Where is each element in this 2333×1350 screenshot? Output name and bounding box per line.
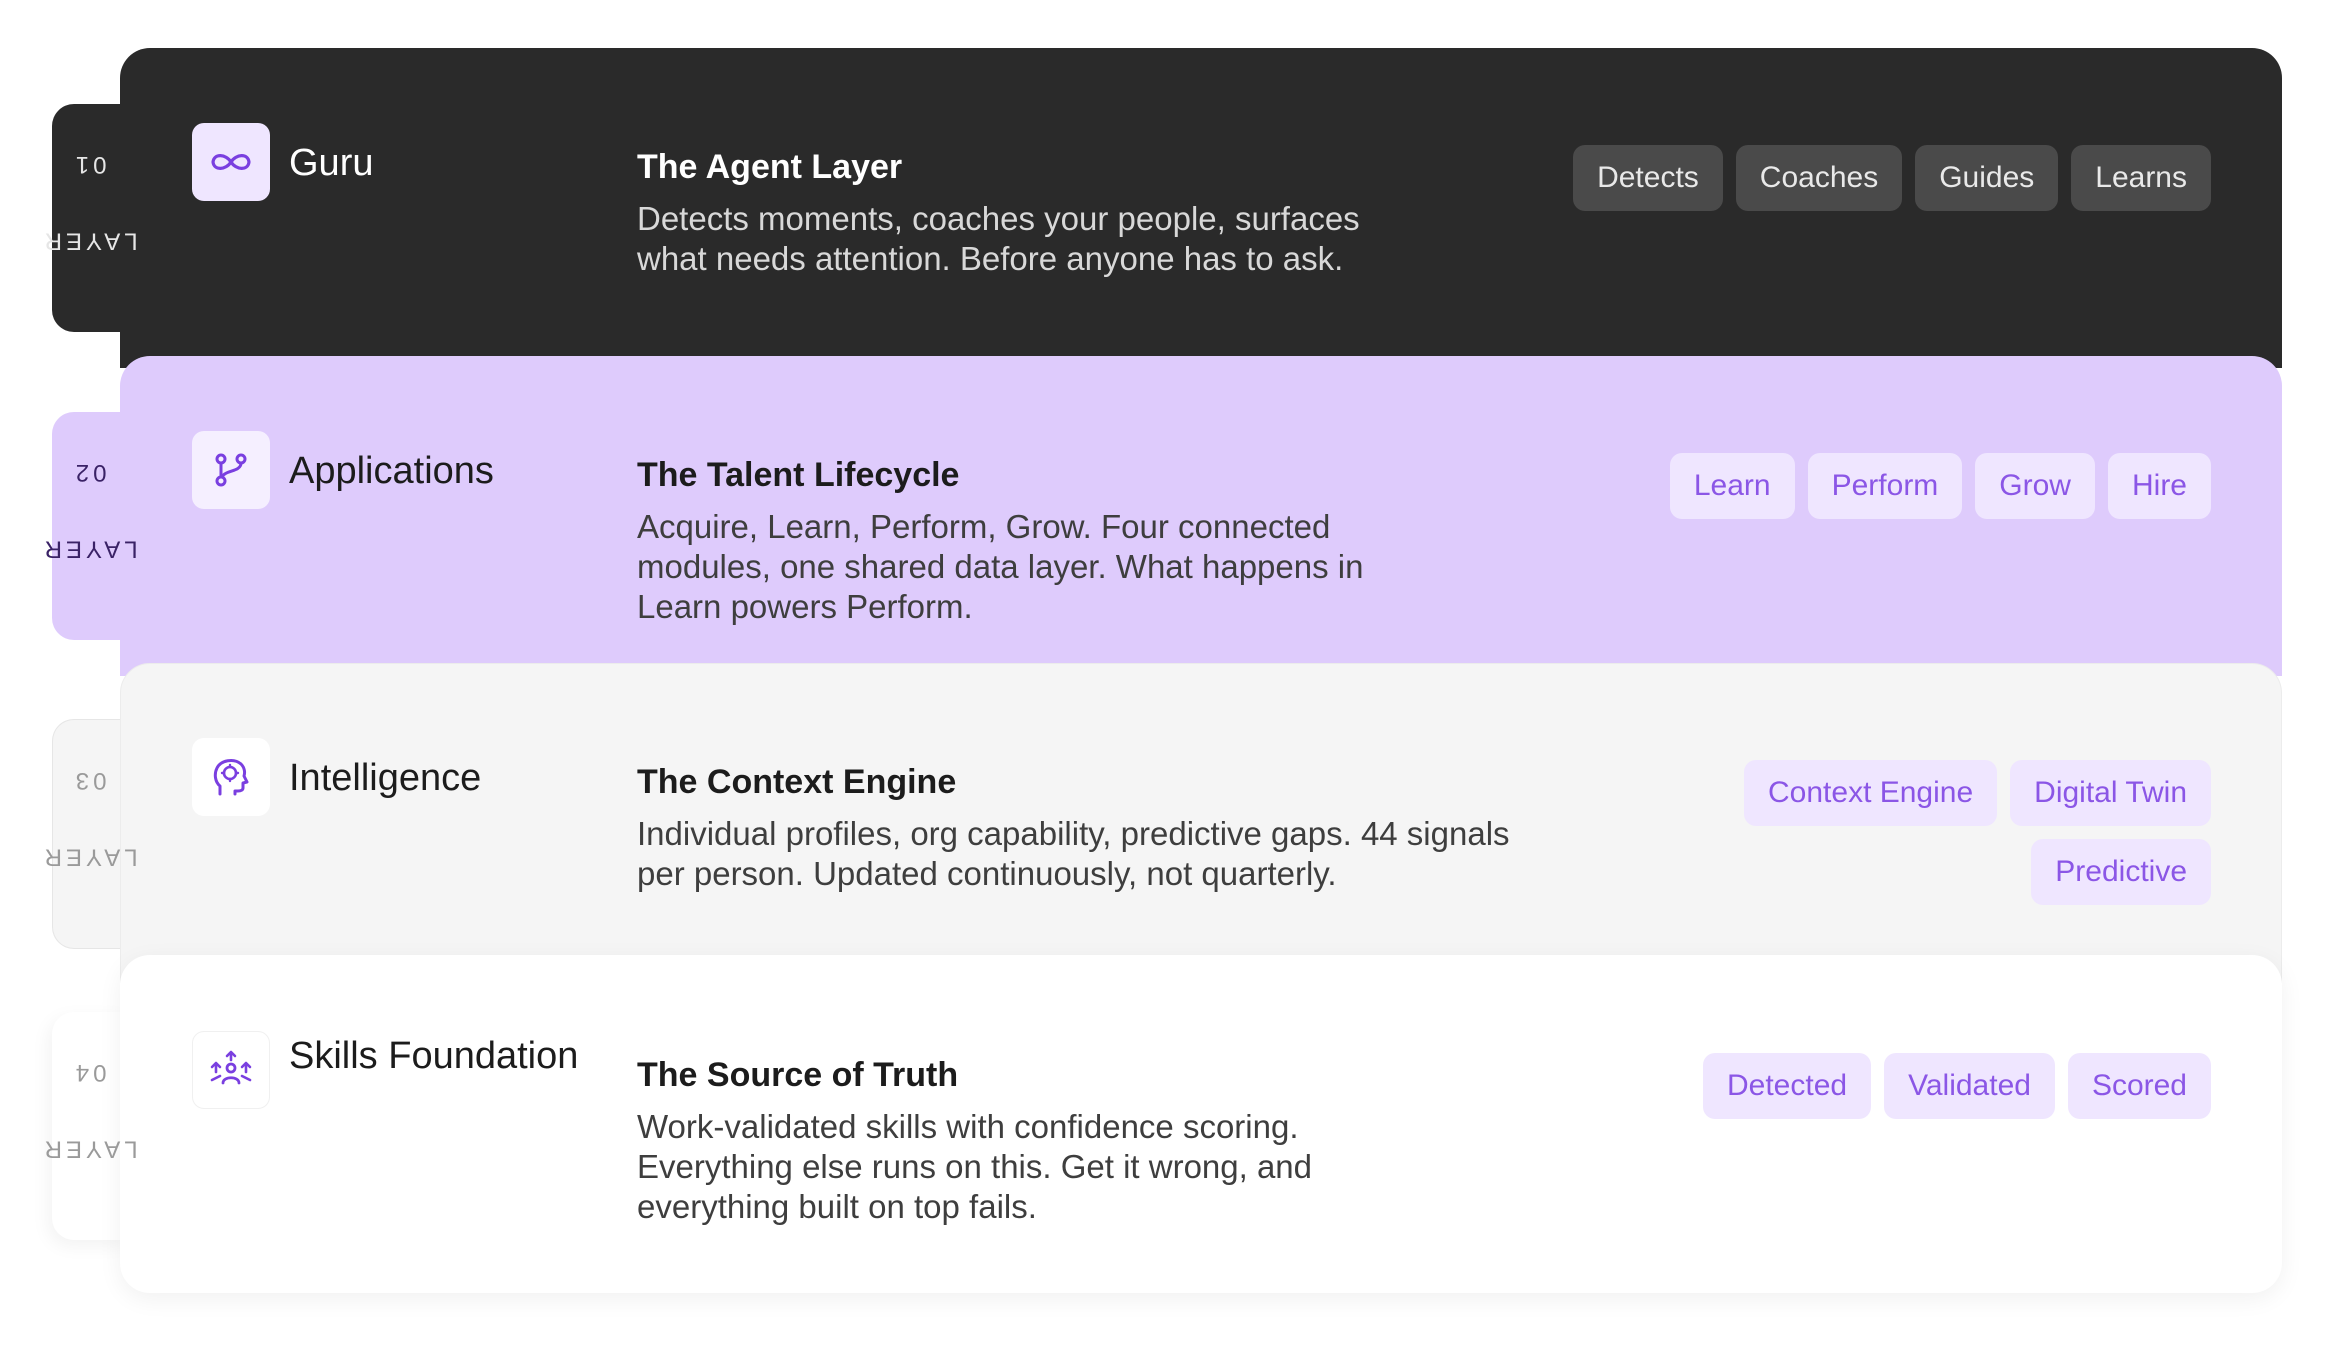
layer-description: Work-validated skills with confidence sc…: [637, 1108, 1313, 1225]
layer-subtitle: The Source of Truth: [637, 1056, 959, 1094]
layer-name: Guru: [289, 142, 374, 184]
chip[interactable]: Detected: [1702, 1053, 1872, 1119]
people-growth-icon: [192, 1031, 270, 1109]
chip[interactable]: Learns: [2071, 145, 2211, 211]
chip[interactable]: Predictive: [2031, 839, 2211, 905]
brain-head-icon: [192, 738, 270, 816]
chip[interactable]: Detects: [1573, 145, 1723, 211]
layer-description: Acquire, Learn, Perform, Grow. Four conn…: [637, 508, 1364, 625]
chip[interactable]: Perform: [1807, 453, 1963, 519]
layer-tab-label: LAYER 01: [40, 151, 138, 255]
chip[interactable]: Coaches: [1735, 145, 1903, 211]
git-branch-icon: [192, 431, 270, 509]
layer-tab-label: LAYER 02: [40, 459, 138, 563]
chip[interactable]: Context Engine: [1744, 760, 1998, 826]
layer-description: Detects moments, coaches your people, su…: [637, 200, 1360, 277]
layer-name: Skills Foundation: [289, 1035, 579, 1077]
chip[interactable]: Scored: [2067, 1053, 2211, 1119]
layer-description: Individual profiles, org capability, pre…: [637, 815, 1510, 892]
layer-subtitle: The Agent Layer: [637, 148, 903, 186]
chip-group: Detected Validated Scored: [1311, 1053, 2211, 1119]
chip[interactable]: Digital Twin: [2010, 760, 2211, 826]
layer-subtitle: The Context Engine: [637, 763, 957, 801]
chip-group: Learn Perform Grow Hire: [1311, 453, 2211, 519]
chip[interactable]: Grow: [1975, 453, 2095, 519]
chip-group: Context Engine Digital Twin Predictive: [1671, 760, 2211, 905]
chip[interactable]: Guides: [1915, 145, 2059, 211]
chip[interactable]: Learn: [1669, 453, 1795, 519]
layer-tab-label: LAYER 04: [40, 1059, 138, 1163]
layer-name: Intelligence: [289, 757, 482, 799]
chip[interactable]: Validated: [1884, 1053, 2055, 1119]
chip-group: Detects Coaches Guides Learns: [1311, 145, 2211, 211]
layer-subtitle: The Talent Lifecycle: [637, 456, 960, 494]
infinity-icon: [192, 123, 270, 201]
chip[interactable]: Hire: [2107, 453, 2211, 519]
layer-tab-label: LAYER 03: [40, 767, 138, 871]
layer-name: Applications: [289, 450, 494, 492]
